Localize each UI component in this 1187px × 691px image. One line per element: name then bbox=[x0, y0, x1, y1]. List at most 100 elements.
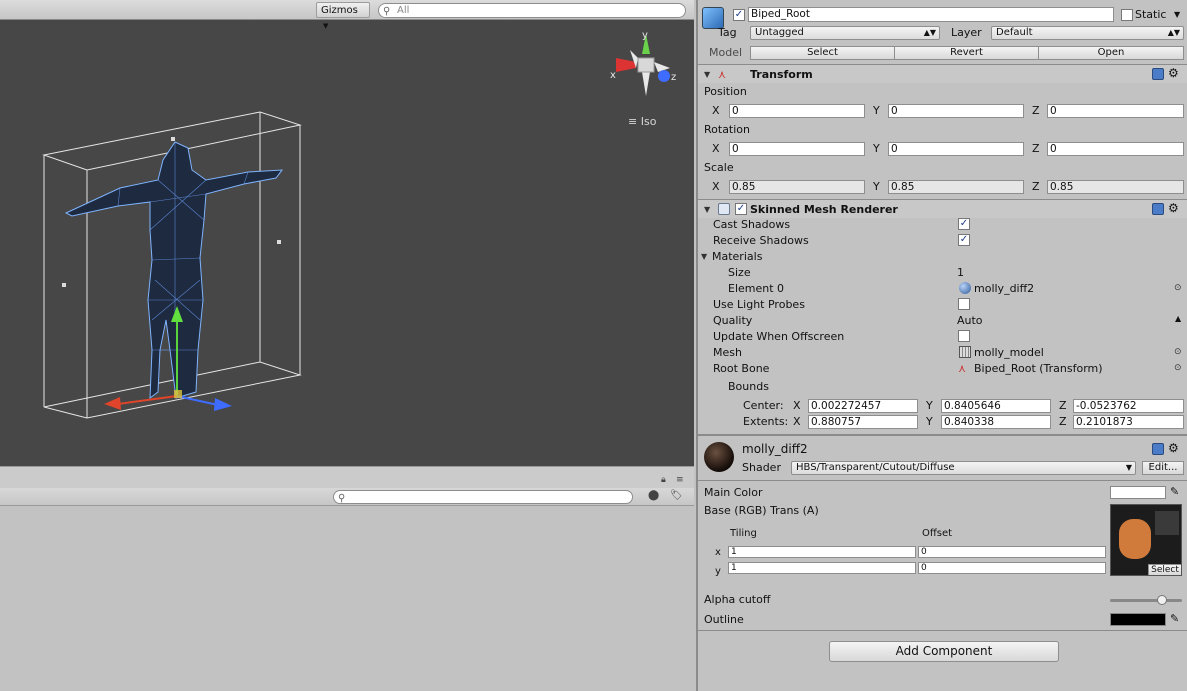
receive-shadows-checkbox[interactable]: ✓ bbox=[958, 234, 970, 246]
root-bone-value[interactable]: Biped_Root (Transform) bbox=[974, 362, 1103, 376]
transform-icon: ⋏ bbox=[718, 68, 727, 81]
gear-icon[interactable]: ⚙ bbox=[1168, 66, 1179, 80]
panel-divider[interactable]: 🔒︎ ≡ bbox=[0, 466, 694, 488]
gear-icon[interactable]: ⚙ bbox=[1168, 201, 1179, 215]
project-toolbar: ⚲ ⬤ 🏷︎ bbox=[0, 488, 694, 506]
object-picker-icon[interactable]: ⊙ bbox=[1174, 283, 1182, 293]
tiling-y-field[interactable]: 1 bbox=[728, 562, 916, 574]
alpha-cutoff-slider[interactable] bbox=[1110, 599, 1182, 602]
model-select-button[interactable]: Select bbox=[750, 46, 895, 60]
offset-y-field[interactable]: 0 bbox=[918, 562, 1106, 574]
scale-label: Scale bbox=[704, 161, 734, 174]
scale-x-field[interactable]: 0.85 bbox=[729, 180, 865, 194]
center-y-label: Y bbox=[926, 399, 933, 412]
scale-y-label: Y bbox=[873, 180, 880, 193]
shader-edit-button[interactable]: Edit... bbox=[1142, 461, 1184, 475]
inspector-panel: ✓ Biped_Root ✓ Static ▼ Tag Untagged▲▼ L… bbox=[696, 0, 1187, 691]
rotation-y-field[interactable]: 0 bbox=[888, 142, 1024, 156]
help-icon[interactable] bbox=[1152, 68, 1164, 80]
light-probes-checkbox[interactable] bbox=[958, 298, 970, 310]
tiling-x-field[interactable]: 1 bbox=[728, 546, 916, 558]
main-color-label: Main Color bbox=[704, 486, 763, 499]
character-mesh[interactable] bbox=[64, 141, 284, 400]
quality-value[interactable]: Auto bbox=[957, 314, 983, 328]
shader-dropdown[interactable]: HBS/Transparent/Cutout/Diffuse ▼ bbox=[791, 461, 1136, 475]
help-icon[interactable] bbox=[1152, 203, 1164, 215]
eyedropper-icon[interactable]: ✎ bbox=[1170, 485, 1179, 498]
foldout-icon[interactable]: ▼ bbox=[704, 70, 710, 79]
eyedropper-icon[interactable]: ✎ bbox=[1170, 612, 1179, 625]
offset-x-field[interactable]: 0 bbox=[918, 546, 1106, 558]
layer-dropdown[interactable]: Default ▲▼ bbox=[991, 26, 1184, 40]
model-revert-button[interactable]: Revert bbox=[894, 46, 1039, 60]
object-picker-icon[interactable]: ⊙ bbox=[1174, 347, 1182, 357]
receive-shadows-label: Receive Shadows bbox=[713, 234, 809, 247]
static-checkbox[interactable]: ✓ bbox=[1121, 9, 1133, 21]
scene-view[interactable]: Gizmos ▼ ⚲ All y x z ≡ Iso bbox=[0, 0, 694, 466]
offscreen-checkbox[interactable] bbox=[958, 330, 970, 342]
static-label: Static bbox=[1135, 8, 1167, 21]
renderer-title: Skinned Mesh Renderer bbox=[750, 203, 898, 216]
materials-foldout-icon[interactable]: ▼ bbox=[701, 252, 707, 261]
filter-by-type-icon[interactable]: ⬤ bbox=[648, 490, 659, 501]
center-z-label: Z bbox=[1059, 399, 1067, 412]
gizmos-dropdown[interactable]: Gizmos ▼ bbox=[316, 2, 370, 30]
panel-menu-icon[interactable]: ≡ bbox=[676, 475, 684, 485]
skinned-mesh-renderer-header[interactable]: ▼ ✓ Skinned Mesh Renderer ⚙ bbox=[698, 199, 1187, 218]
project-search-input[interactable]: ⚲ bbox=[333, 490, 633, 504]
object-name-field[interactable]: Biped_Root bbox=[748, 7, 1114, 22]
scale-y-field[interactable]: 0.85 bbox=[888, 180, 1024, 194]
extents-z-field[interactable]: 0.2101873 bbox=[1073, 415, 1184, 429]
cast-shadows-checkbox[interactable]: ✓ bbox=[958, 218, 970, 230]
project-panel[interactable] bbox=[0, 506, 694, 691]
lock-icon[interactable]: 🔒︎ bbox=[661, 475, 666, 485]
renderer-enabled-checkbox[interactable]: ✓ bbox=[735, 203, 747, 215]
alpha-cutoff-thumb[interactable] bbox=[1156, 595, 1167, 605]
center-x-field[interactable]: 0.002272457 bbox=[808, 399, 918, 413]
tag-dropdown[interactable]: Untagged ▲▼ bbox=[750, 26, 940, 40]
quality-dropdown-icon[interactable]: ▲ bbox=[1175, 314, 1181, 323]
extents-x-field[interactable]: 0.880757 bbox=[808, 415, 918, 429]
object-picker-icon[interactable]: ⊙ bbox=[1174, 363, 1182, 373]
projection-toggle[interactable]: ≡ Iso bbox=[628, 115, 656, 128]
tag-value: Untagged bbox=[755, 27, 804, 38]
orientation-gizmo-icon[interactable]: y x z bbox=[608, 28, 680, 100]
add-component-button[interactable]: Add Component bbox=[829, 641, 1059, 662]
mesh-value[interactable]: molly_model bbox=[974, 346, 1044, 360]
extents-y-field[interactable]: 0.840338 bbox=[941, 415, 1051, 429]
transform-icon: ⋏ bbox=[958, 362, 967, 375]
element0-value[interactable]: molly_diff2 bbox=[974, 282, 1034, 296]
outline-color-swatch[interactable] bbox=[1110, 613, 1166, 626]
scale-z-field[interactable]: 0.85 bbox=[1047, 180, 1184, 194]
rotation-y-label: Y bbox=[873, 142, 880, 155]
static-dropdown-icon[interactable]: ▼ bbox=[1174, 10, 1180, 19]
gizmos-label: Gizmos bbox=[321, 5, 358, 16]
section-divider bbox=[698, 480, 1187, 481]
texture-select-button[interactable]: Select bbox=[1148, 564, 1181, 575]
position-z-field[interactable]: 0 bbox=[1047, 104, 1184, 118]
model-open-button[interactable]: Open bbox=[1038, 46, 1184, 60]
position-y-field[interactable]: 0 bbox=[888, 104, 1024, 118]
material-preview-icon bbox=[704, 442, 734, 472]
scene-canvas[interactable] bbox=[0, 20, 694, 466]
rotation-x-field[interactable]: 0 bbox=[729, 142, 865, 156]
scale-x-label: X bbox=[712, 180, 720, 193]
foldout-icon[interactable]: ▼ bbox=[704, 205, 710, 214]
position-x-field[interactable]: 0 bbox=[729, 104, 865, 118]
transform-header[interactable]: ▼ ⋏ Transform ⚙ bbox=[698, 64, 1187, 83]
position-x-label: X bbox=[712, 104, 720, 117]
main-color-swatch[interactable] bbox=[1110, 486, 1166, 499]
transform-title: Transform bbox=[750, 68, 813, 81]
gear-icon[interactable]: ⚙ bbox=[1168, 441, 1179, 455]
size-value[interactable]: 1 bbox=[957, 266, 964, 280]
active-checkbox[interactable]: ✓ bbox=[733, 9, 745, 21]
offset-label: Offset bbox=[922, 528, 953, 539]
center-y-field[interactable]: 0.8405646 bbox=[941, 399, 1051, 413]
center-z-field[interactable]: -0.0523762 bbox=[1073, 399, 1184, 413]
mesh-renderer-icon bbox=[718, 203, 730, 215]
filter-by-label-icon[interactable]: 🏷︎ bbox=[670, 490, 683, 501]
scene-search-input[interactable]: ⚲ All bbox=[378, 3, 686, 18]
help-icon[interactable] bbox=[1152, 443, 1164, 455]
base-texture-slot[interactable]: Select bbox=[1110, 504, 1182, 576]
rotation-z-field[interactable]: 0 bbox=[1047, 142, 1184, 156]
